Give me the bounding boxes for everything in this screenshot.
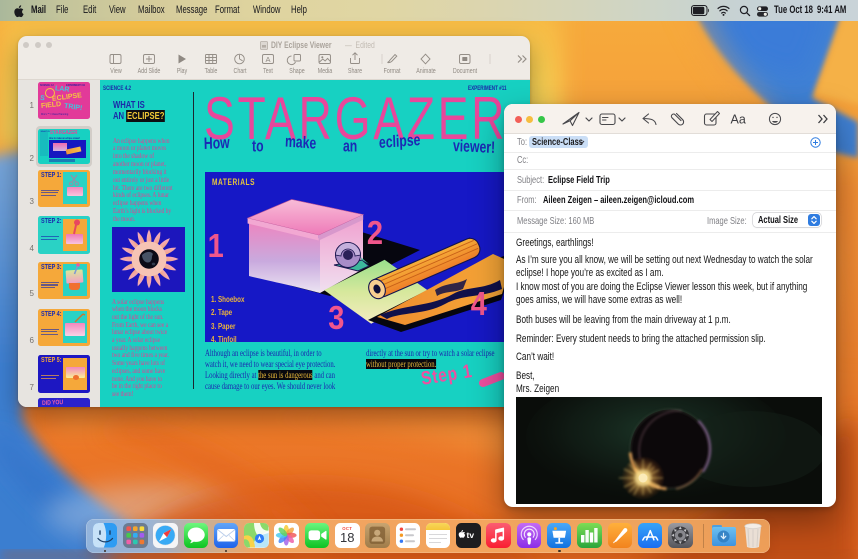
svg-text:3: 3 — [328, 299, 344, 336]
svg-text:Aa: Aa — [731, 111, 747, 126]
svg-text:2: 2 — [367, 214, 383, 251]
svg-text:A: A — [265, 55, 270, 64]
svg-text:1: 1 — [208, 227, 224, 264]
svg-text:4: 4 — [471, 285, 488, 322]
svg-text:tv: tv — [467, 530, 475, 540]
